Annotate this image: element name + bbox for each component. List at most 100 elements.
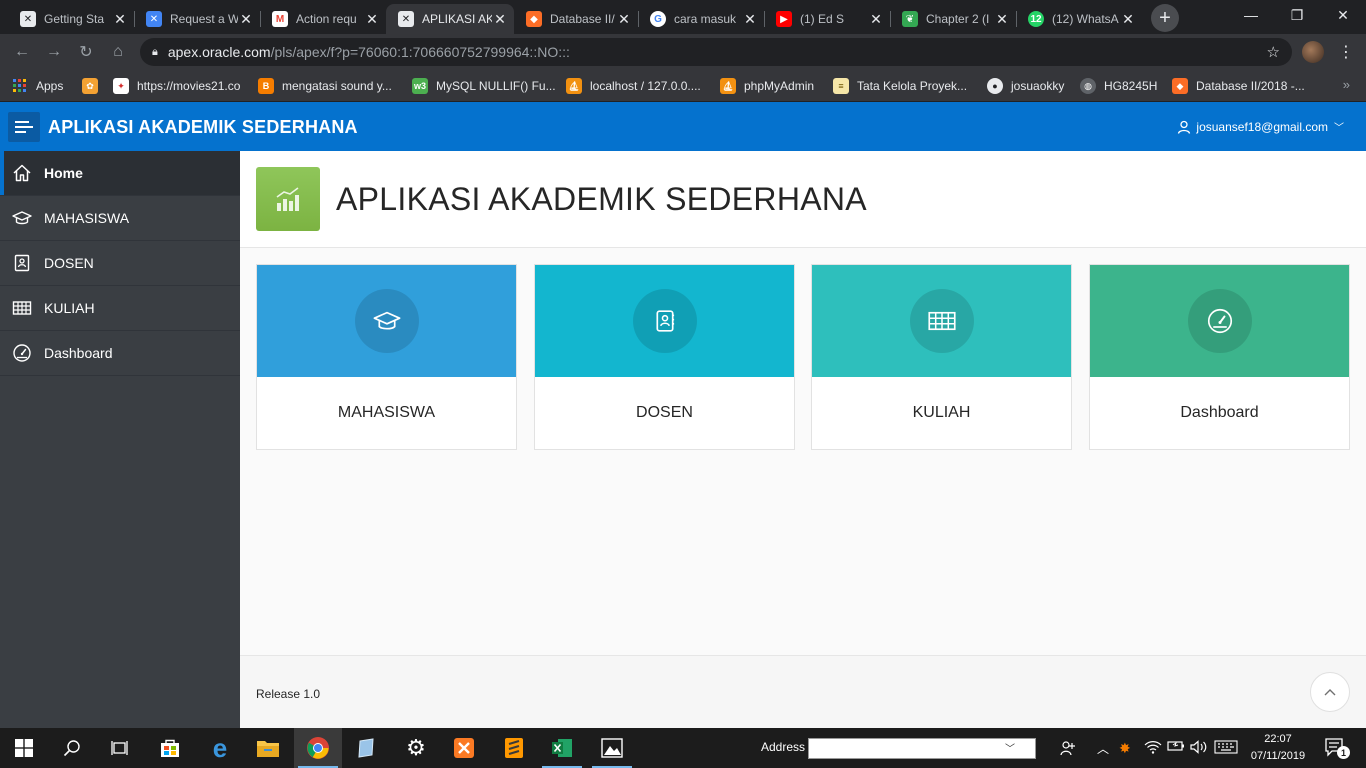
start-button[interactable] xyxy=(0,728,48,768)
bookmark-label: Apps xyxy=(36,79,64,93)
bookmark-item[interactable]: ⛵︎ localhost / 127.0.0.... xyxy=(566,77,701,95)
taskbar-app-button[interactable] xyxy=(342,728,390,768)
close-tab-icon[interactable]: ✕ xyxy=(616,11,632,28)
document-icon: ≡ xyxy=(833,78,849,94)
tab-title: Database II/ xyxy=(550,12,615,26)
bookmark-item[interactable]: w3 MySQL NULLIF() Fu... xyxy=(412,77,556,95)
reload-icon[interactable]: ↻ xyxy=(74,40,98,64)
volume-icon[interactable] xyxy=(1190,740,1208,757)
bookmark-item[interactable]: ● josuaokky xyxy=(987,77,1064,95)
sidebar-item-label: KULIAH xyxy=(44,300,95,316)
url-path: /pls/apex/f?p=76060:1:706660752799964::N… xyxy=(270,44,570,60)
card-dashboard[interactable]: Dashboard xyxy=(1089,264,1350,450)
browser-tab-active[interactable]: ✕ APLIKASI AK ✕ xyxy=(386,4,514,34)
home-icon[interactable]: ⌂ xyxy=(106,40,130,64)
taskbar-store-button[interactable] xyxy=(146,728,194,768)
sidebar-item-mahasiswa[interactable]: MAHASISWA xyxy=(0,196,240,241)
avast-icon[interactable]: ✸ xyxy=(1119,740,1131,757)
page-title: APLIKASI AKADEMIK SEDERHANA xyxy=(336,181,867,217)
bookmarks-bar: Apps ✿ ✦ https://movies21.co B mengatasi… xyxy=(0,70,1366,102)
taskbar-photos-button[interactable] xyxy=(588,728,636,768)
browser-tab-strip: ✕ Getting Sta ✕ ✕ Request a W ✕ M Action… xyxy=(0,0,1366,34)
minimize-button[interactable]: — xyxy=(1228,0,1274,30)
system-clock[interactable]: 22:07 07/11/2019 xyxy=(1246,731,1310,765)
scroll-to-top-button[interactable] xyxy=(1310,672,1350,712)
card-banner xyxy=(257,265,516,377)
taskbar-xampp-button[interactable] xyxy=(440,728,488,768)
app-title[interactable]: APLIKASI AKADEMIK SEDERHANA xyxy=(48,117,358,138)
user-menu[interactable]: josuansef18@gmail.com ﹀ xyxy=(1177,119,1344,134)
chart-growth-icon xyxy=(256,167,320,231)
close-tab-icon[interactable]: ✕ xyxy=(492,11,508,28)
sidebar-item-kuliah[interactable]: KULIAH xyxy=(0,286,240,331)
maximize-button[interactable]: ❐ xyxy=(1274,0,1320,30)
card-dosen[interactable]: DOSEN xyxy=(534,264,795,450)
bookmark-item[interactable]: ✦ https://movies21.co xyxy=(113,77,240,95)
contact-card-icon xyxy=(632,289,697,353)
user-email: josuansef18@gmail.com xyxy=(1196,119,1328,134)
forward-arrow-icon[interactable]: → xyxy=(42,40,66,64)
taskbar-excel-button[interactable] xyxy=(538,728,586,768)
address-toolbar-input[interactable]: ﹀ xyxy=(808,738,1036,759)
profile-avatar[interactable] xyxy=(1302,41,1324,63)
bookmark-apps[interactable]: Apps xyxy=(12,77,63,95)
task-view-button[interactable] xyxy=(96,728,144,768)
card-banner xyxy=(1090,265,1349,377)
taskbar-explorer-button[interactable] xyxy=(244,728,292,768)
close-tab-icon[interactable]: ✕ xyxy=(742,11,758,28)
address-bar[interactable]: 🔒︎ apex.oracle.com/pls/apex/f?p=76060:1:… xyxy=(140,38,1292,66)
sidebar-item-dosen[interactable]: DOSEN xyxy=(0,241,240,286)
bookmark-item[interactable]: ✿ xyxy=(82,77,106,95)
address-toolbar-label: Address xyxy=(761,740,806,754)
sidebar-item-home[interactable]: Home xyxy=(0,151,240,196)
star-icon[interactable]: ☆ xyxy=(1267,43,1280,61)
new-tab-button[interactable]: + xyxy=(1151,4,1179,32)
card-mahasiswa[interactable]: MAHASISWA xyxy=(256,264,517,450)
close-tab-icon[interactable]: ✕ xyxy=(1120,11,1136,28)
browser-tab[interactable]: 12 (12) WhatsA ✕ xyxy=(1016,4,1142,34)
notification-center-button[interactable]: 1 xyxy=(1325,738,1350,761)
apex-icon: ✕ xyxy=(146,11,162,27)
taskbar-edge-button[interactable]: e xyxy=(196,728,244,768)
bookmark-item[interactable]: B mengatasi sound y... xyxy=(258,77,392,95)
browser-tab[interactable]: ✕ Request a W ✕ xyxy=(134,4,260,34)
browser-tab[interactable]: ◆ Database II/ ✕ xyxy=(514,4,638,34)
close-tab-icon[interactable]: ✕ xyxy=(868,11,884,28)
folder-icon xyxy=(257,741,279,757)
people-icon[interactable] xyxy=(1060,740,1076,759)
back-arrow-icon[interactable]: ← xyxy=(10,40,34,64)
battery-icon[interactable] xyxy=(1167,740,1185,755)
browser-tab[interactable]: M Action requ ✕ xyxy=(260,4,386,34)
taskbar-chrome-button[interactable] xyxy=(294,728,342,768)
card-kuliah[interactable]: KULIAH xyxy=(811,264,1072,450)
sublime-icon xyxy=(505,738,523,758)
taskbar-sublime-button[interactable] xyxy=(490,728,538,768)
more-bookmarks-icon[interactable]: » xyxy=(1343,77,1350,92)
keyboard-icon[interactable] xyxy=(1214,740,1238,757)
close-tab-icon[interactable]: ✕ xyxy=(112,11,128,28)
wifi-icon[interactable] xyxy=(1144,740,1162,757)
chevron-down-icon[interactable]: ﹀ xyxy=(1005,740,1015,755)
bookmark-item[interactable]: ≡ Tata Kelola Proyek... xyxy=(833,77,967,95)
browser-tab[interactable]: ✕ Getting Sta ✕ xyxy=(8,4,134,34)
taskbar-settings-button[interactable]: ⚙ xyxy=(392,728,440,768)
menu-toggle-button[interactable] xyxy=(8,112,40,142)
close-tab-icon[interactable]: ✕ xyxy=(364,11,380,28)
bookmark-item[interactable]: ⛵︎ phpMyAdmin xyxy=(720,77,814,95)
w3-icon: w3 xyxy=(412,78,428,94)
close-tab-icon[interactable]: ✕ xyxy=(994,11,1010,28)
bookmark-item[interactable]: ◍ HG8245H xyxy=(1080,77,1157,95)
chevron-up-icon[interactable]: ︿ xyxy=(1097,740,1109,757)
apex-icon: ✕ xyxy=(398,11,414,27)
tab-title: cara masuk xyxy=(674,12,737,26)
bookmark-item[interactable]: ◆ Database II/2018 -... xyxy=(1172,77,1305,95)
close-tab-icon[interactable]: ✕ xyxy=(238,11,254,28)
more-menu-icon[interactable]: ⋮ xyxy=(1338,42,1354,62)
browser-tab[interactable]: G cara masuk ✕ xyxy=(638,4,764,34)
sidebar-item-dashboard[interactable]: Dashboard xyxy=(0,331,240,376)
browser-tab[interactable]: ▶ (1) Ed S ✕ xyxy=(764,4,890,34)
search-button[interactable] xyxy=(48,728,96,768)
close-window-button[interactable]: ✕ xyxy=(1320,0,1366,30)
refresh-icon[interactable]: ↻ xyxy=(1020,740,1031,756)
browser-tab[interactable]: ❦ Chapter 2 (I ✕ xyxy=(890,4,1016,34)
